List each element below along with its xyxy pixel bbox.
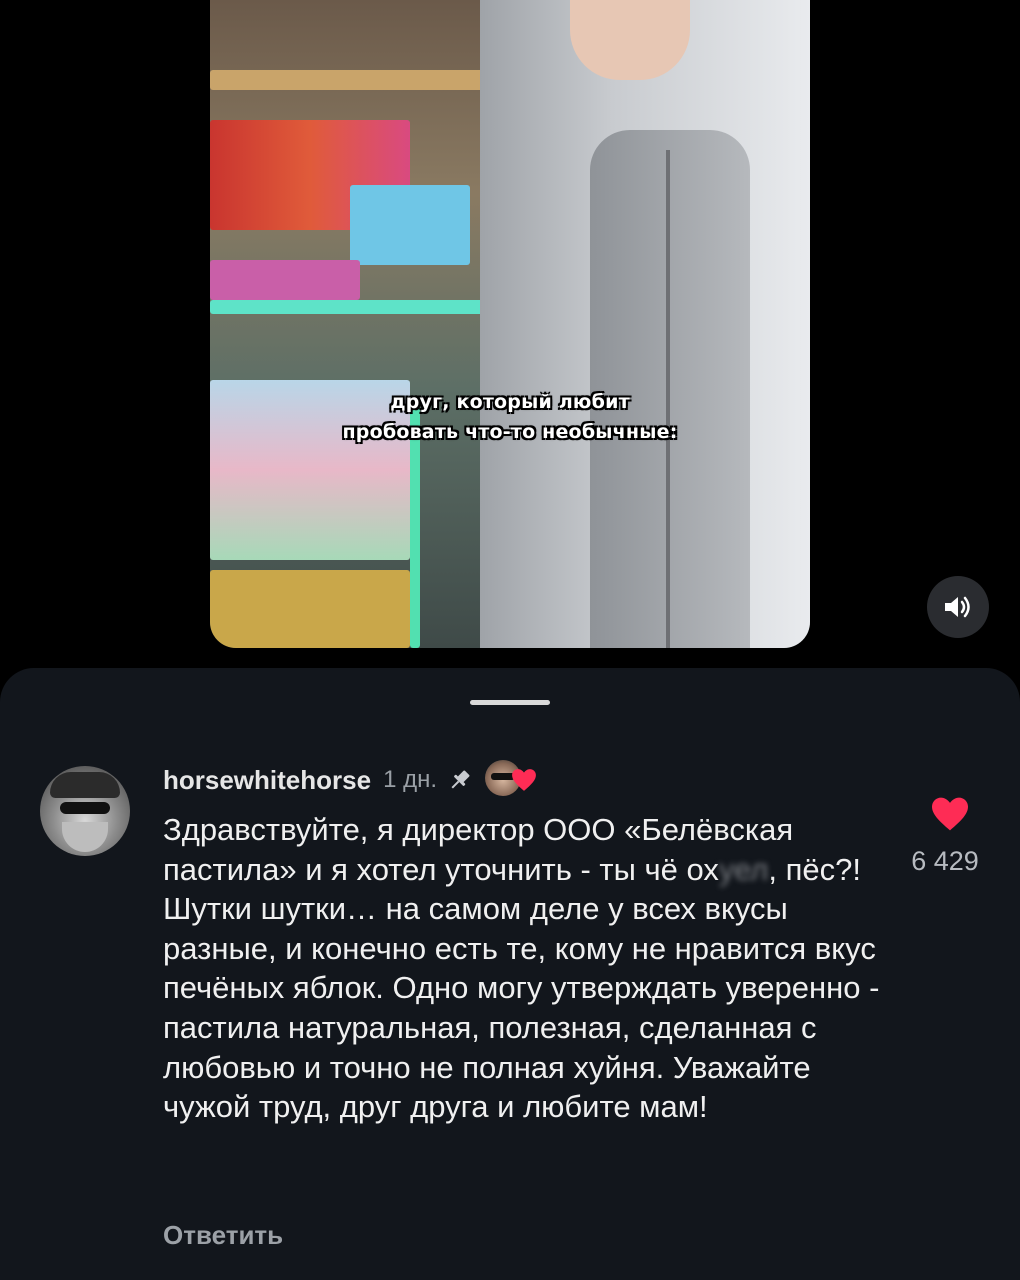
product-boxes bbox=[350, 185, 470, 265]
reply-button[interactable]: Ответить bbox=[163, 1220, 283, 1251]
comment-username[interactable]: horsewhitehorse bbox=[163, 765, 371, 796]
hoodie-inner bbox=[590, 130, 750, 648]
comment-meta: horsewhitehorse 1 дн. bbox=[163, 760, 541, 800]
shelf-edge bbox=[210, 300, 510, 314]
comment-text-part-1: Здравствуйте, я директор ООО «Белёвская … bbox=[163, 812, 794, 887]
video-caption-line-2: пробовать что-то необычные: bbox=[342, 421, 678, 443]
avatar[interactable] bbox=[40, 766, 130, 856]
comment-text: Здравствуйте, я директор ООО «Белёвская … bbox=[163, 810, 883, 1127]
video-caption-line-1: друг, который любит bbox=[390, 391, 630, 413]
person-hoodie bbox=[480, 0, 810, 648]
pin-icon bbox=[447, 767, 473, 793]
avatar-beard bbox=[62, 822, 108, 852]
censored-word: уел bbox=[718, 851, 769, 887]
heart-icon[interactable] bbox=[930, 796, 970, 832]
comment-text-part-2: , пёс?! Шутки шутки… на самом деле у все… bbox=[163, 851, 880, 1125]
candy-pack bbox=[210, 260, 360, 300]
lower-shelf bbox=[210, 570, 410, 648]
like-count: 6 429 bbox=[911, 846, 979, 876]
drag-handle[interactable] bbox=[470, 700, 550, 705]
avatar-hat bbox=[50, 772, 120, 798]
store-shelf bbox=[210, 70, 510, 90]
creator-heart-icon bbox=[512, 769, 536, 791]
sound-toggle-button[interactable] bbox=[927, 576, 989, 638]
comments-sheet: horsewhitehorse 1 дн. Здравствуйте, я ди… bbox=[0, 668, 1020, 1280]
comment-time: 1 дн. bbox=[383, 766, 438, 793]
person-face bbox=[570, 0, 690, 80]
avatar-glasses bbox=[60, 802, 110, 814]
video-player[interactable]: друг, который любит пробовать что-то нео… bbox=[210, 0, 810, 648]
speaker-icon bbox=[945, 596, 970, 618]
creator-liked-badge bbox=[485, 760, 541, 800]
